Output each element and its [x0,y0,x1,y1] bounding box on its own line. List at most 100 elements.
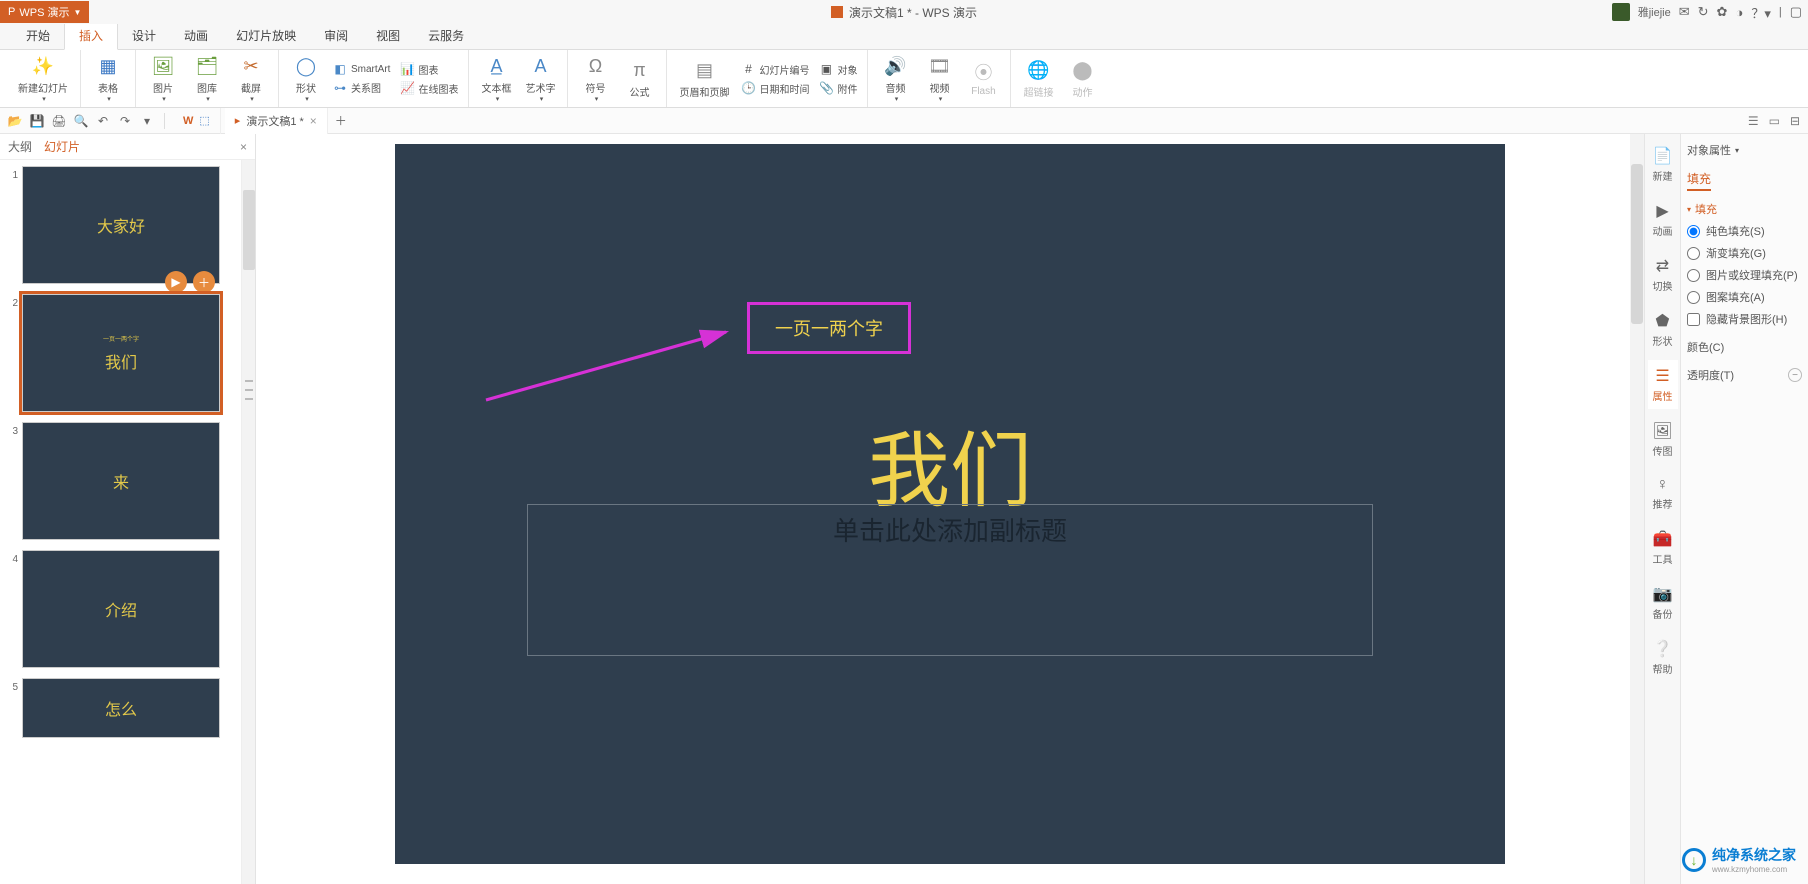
relation-button[interactable]: ⊶关系图 [331,79,392,96]
rsb-tools[interactable]: 🧰工具 [1648,523,1678,572]
app-logo[interactable]: P WPS 演示 ▼ [0,1,89,23]
outline-tab[interactable]: 大纲 [8,138,32,155]
canvas-scrollbar[interactable] [1630,134,1644,884]
qat-undo-icon[interactable]: ↶ [94,112,112,130]
audio-button[interactable]: 🔊音频▾ [876,52,914,105]
document-tab[interactable]: ▸ 演示文稿1 * × [225,108,328,134]
rsb-upload[interactable]: 🖼传图 [1648,415,1678,464]
fill-pattern-option[interactable]: 图案填充(A) [1687,289,1802,305]
menu-tab-start[interactable]: 开始 [12,22,64,49]
props-fill-tab[interactable]: 填充 [1687,168,1711,191]
opacity-decrease-button[interactable]: − [1788,368,1802,382]
rsb-backup[interactable]: 📷备份 [1648,578,1678,627]
hyperlink-button[interactable]: 🌐超链接 [1019,56,1057,101]
symbol-button[interactable]: Ω符号▾ [576,52,614,105]
gallery-button[interactable]: 🗂图库▾ [188,52,226,105]
maximize-icon[interactable]: ▢ [1790,4,1802,20]
slide-panel-close-icon[interactable]: × [240,140,247,154]
doc-tab-close-icon[interactable]: × [310,114,317,128]
qat-print-icon[interactable]: 🖨 [50,112,68,130]
message-icon[interactable]: ✉ [1679,4,1690,20]
slide-thumbnail-3[interactable]: 来 [22,422,220,540]
fill-solid-radio[interactable] [1687,225,1700,238]
wps-home-tab[interactable]: W⬚ [173,108,221,134]
help-dropdown-icon[interactable]: ？▾ [1751,3,1771,22]
fill-solid-option[interactable]: 纯色填充(S) [1687,223,1802,239]
shapes-button[interactable]: ◯形状▾ [287,52,325,105]
rsb-transition[interactable]: ⇄切换 [1648,250,1678,299]
chart-button[interactable]: 📊图表 [398,61,460,78]
rsb-help[interactable]: ❔帮助 [1648,633,1678,682]
smartart-button[interactable]: ◧SmartArt [331,61,392,77]
picture-button[interactable]: 🖼图片▾ [144,52,182,105]
fill-picture-option[interactable]: 图片或纹理填充(P) [1687,267,1802,283]
object-button[interactable]: ▣对象 [817,61,859,78]
video-button[interactable]: 🎞视频▾ [920,52,958,105]
thumb-play-button[interactable]: ▶ [165,271,187,293]
qat-right-close-icon[interactable]: ⊟ [1790,114,1800,128]
menu-tab-review[interactable]: 审阅 [310,22,362,49]
canvas-scroll-handle[interactable] [1631,164,1643,324]
skin-icon[interactable]: ◑ [1735,5,1743,20]
flash-button[interactable]: ⦿Flash [964,58,1002,99]
attachment-button[interactable]: 📎附件 [817,80,859,97]
props-fill-section-head[interactable]: ▾ 填充 [1687,201,1802,217]
slide-thumbnail-4[interactable]: 介绍 [22,550,220,668]
rsb-new[interactable]: 📄新建 [1648,140,1678,189]
qat-more-icon[interactable]: ▾ [138,112,156,130]
menu-tab-view[interactable]: 视图 [362,22,414,49]
online-chart-button[interactable]: 📈在线图表 [398,80,460,97]
props-title-dropdown-icon[interactable]: ▾ [1735,146,1739,155]
fill-hidebg-checkbox[interactable] [1687,313,1700,326]
menu-tab-cloud[interactable]: 云服务 [414,22,478,49]
rsb-shape[interactable]: ⬟形状 [1648,305,1678,354]
new-slide-button[interactable]: ✨ 新建幻灯片▾ [14,52,72,105]
slide-thumbnail-1[interactable]: 大家好 ▶ ＋ [22,166,220,284]
subtitle-placeholder-box[interactable]: 单击此处添加副标题 [527,504,1373,656]
thumbnail-list[interactable]: 1 大家好 ▶ ＋ 2 一页一两个字 我们 3 来 [0,160,255,884]
settings-icon[interactable]: ✿ [1717,4,1728,20]
rsb-properties[interactable]: ☰属性 [1648,360,1678,409]
table-button[interactable]: ▦表格▾ [89,52,127,105]
thumb-scroll-handle[interactable] [243,190,255,270]
thumb-add-button[interactable]: ＋ [193,271,215,293]
equation-button[interactable]: π公式 [620,56,658,101]
user-name[interactable]: 雅jiejie [1638,4,1671,20]
fill-hidebg-option[interactable]: 隐藏背景图形(H) [1687,311,1802,327]
qat-save-icon[interactable]: 💾 [28,112,46,130]
menu-tab-insert[interactable]: 插入 [64,21,118,50]
qat-preview-icon[interactable]: 🔍 [72,112,90,130]
slide-thumbnail-5[interactable]: 怎么 [22,678,220,738]
slides-tab[interactable]: 幻灯片 [44,138,80,155]
thumb-scroll-grip[interactable] [245,380,253,400]
sync-icon[interactable]: ↻ [1698,4,1709,20]
slide-number-button[interactable]: #幻灯片编号 [739,61,811,78]
wordart-button[interactable]: A艺术字▾ [521,52,559,105]
menu-tab-animation[interactable]: 动画 [170,22,222,49]
wps-cube-icon: ⬚ [199,114,209,127]
fill-gradient-radio[interactable] [1687,247,1700,260]
menu-tab-slideshow[interactable]: 幻灯片放映 [222,22,310,49]
thumb-scrollbar[interactable] [241,160,255,884]
fill-picture-radio[interactable] [1687,269,1700,282]
action-button[interactable]: ⬤动作 [1063,56,1101,101]
user-avatar[interactable] [1612,3,1630,21]
fill-pattern-radio[interactable] [1687,291,1700,304]
slide-thumbnail-2[interactable]: 一页一两个字 我们 [22,294,220,412]
textbox-button[interactable]: A̲文本框▾ [477,52,515,105]
recommend-icon: ♀ [1657,476,1669,494]
qat-right-list-icon[interactable]: ☰ [1748,114,1759,128]
slide-canvas[interactable]: 一页一两个字 我们 单击此处添加副标题 [395,144,1505,864]
screenshot-button[interactable]: ✂截屏▾ [232,52,270,105]
menu-tab-design[interactable]: 设计 [118,22,170,49]
rsb-animation[interactable]: ▶动画 [1648,195,1678,244]
rsb-recommend[interactable]: ♀推荐 [1648,470,1678,517]
qat-redo-icon[interactable]: ↷ [116,112,134,130]
rsb-label: 传图 [1653,443,1673,458]
header-footer-button[interactable]: ▤页眉和页脚 [675,56,733,101]
fill-gradient-option[interactable]: 渐变填充(G) [1687,245,1802,261]
datetime-button[interactable]: 🕒日期和时间 [739,80,811,97]
new-tab-button[interactable]: ＋ [332,112,350,130]
qat-right-window-icon[interactable]: ▭ [1769,114,1780,128]
qat-open-icon[interactable]: 📂 [6,112,24,130]
